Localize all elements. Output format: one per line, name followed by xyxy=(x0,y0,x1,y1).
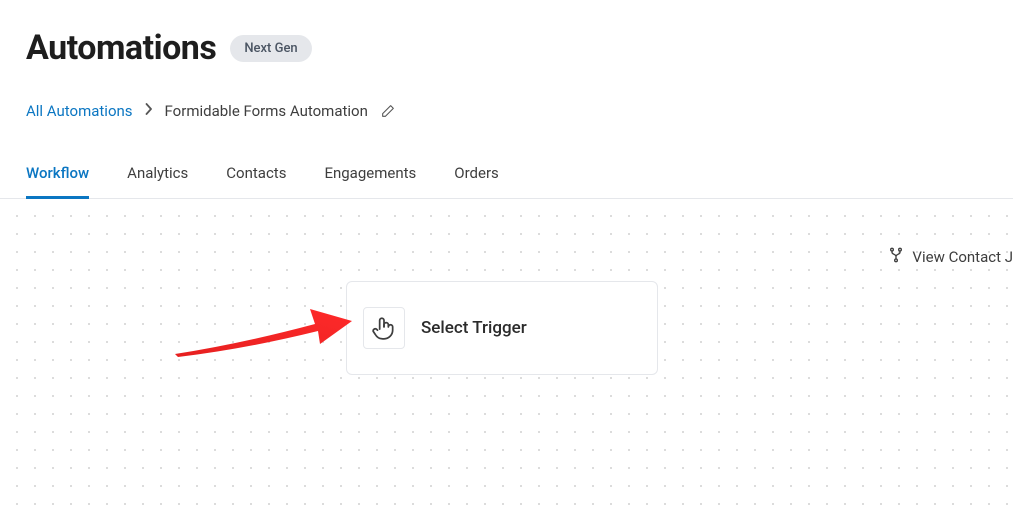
page-title: Automations xyxy=(26,28,216,68)
chevron-right-icon xyxy=(145,103,153,119)
hand-click-icon xyxy=(363,307,405,349)
tab-workflow[interactable]: Workflow xyxy=(26,164,89,199)
select-trigger-card[interactable]: Select Trigger xyxy=(346,281,658,375)
breadcrumb-current: Formidable Forms Automation xyxy=(165,102,368,120)
tab-engagements[interactable]: Engagements xyxy=(324,164,416,199)
tab-orders[interactable]: Orders xyxy=(454,164,499,199)
pencil-icon[interactable] xyxy=(380,103,396,119)
workflow-canvas[interactable]: View Contact J Select Trigger xyxy=(0,199,1013,509)
view-contact-journey-button[interactable]: View Contact J xyxy=(888,247,1013,267)
branch-icon xyxy=(888,247,904,267)
tab-contacts[interactable]: Contacts xyxy=(226,164,286,199)
next-gen-badge: Next Gen xyxy=(230,35,311,62)
breadcrumb-root-link[interactable]: All Automations xyxy=(26,102,133,120)
tabs-bar: Workflow Analytics Contacts Engagements … xyxy=(0,120,1013,199)
trigger-card-label: Select Trigger xyxy=(421,318,527,338)
tab-analytics[interactable]: Analytics xyxy=(127,164,188,199)
view-contact-label: View Contact J xyxy=(912,248,1013,266)
breadcrumb: All Automations Formidable Forms Automat… xyxy=(0,68,1013,120)
